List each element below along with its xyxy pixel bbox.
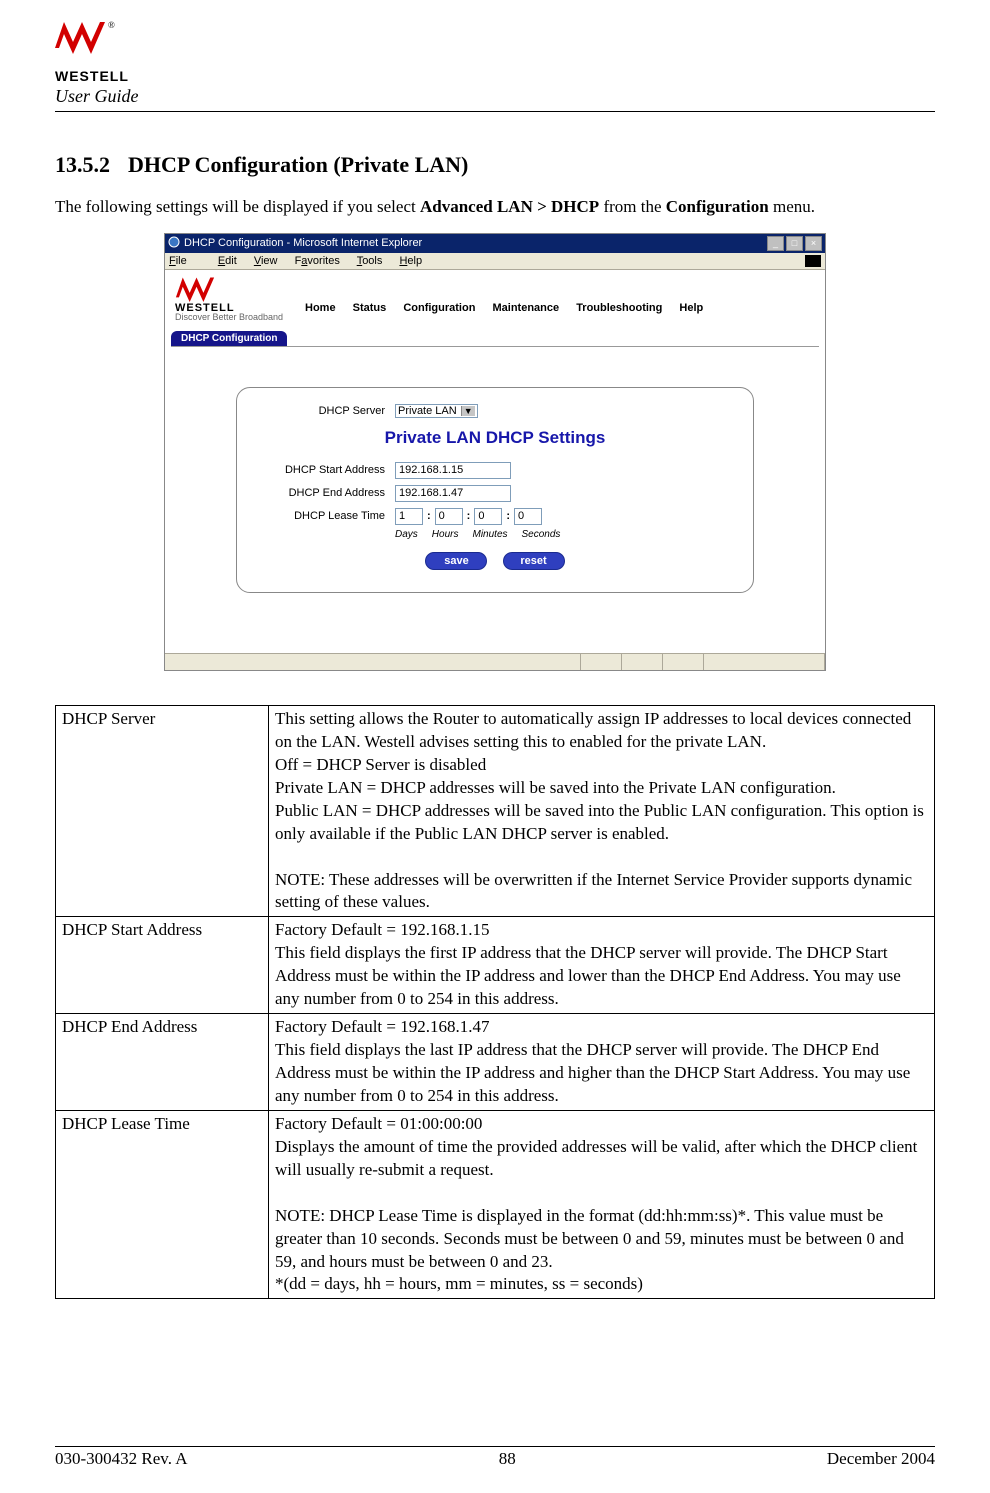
desc-dhcp-server: This setting allows the Router to automa… [269, 705, 935, 916]
chevron-down-icon: ▼ [461, 406, 475, 416]
ie-app-icon [168, 236, 180, 251]
page-header: ® WESTELL User Guide [55, 20, 935, 112]
intro-text-1: The following settings will be displayed… [55, 197, 420, 216]
menu-view[interactable]: View [254, 255, 278, 267]
section-intro: The following settings will be displayed… [55, 196, 935, 219]
footer-date: December 2004 [827, 1449, 935, 1469]
reset-button[interactable]: reset [503, 552, 565, 570]
minimize-button[interactable]: _ [767, 236, 784, 251]
description-table: DHCP Server This setting allows the Rout… [55, 705, 935, 1299]
menu-tools[interactable]: Tools [357, 255, 383, 267]
term-start-address: DHCP Start Address [56, 917, 269, 1014]
footer-doc-id: 030-300432 Rev. A [55, 1449, 188, 1469]
nav-help[interactable]: Help [679, 302, 703, 314]
unit-seconds: Seconds [522, 529, 561, 540]
close-button[interactable]: × [805, 236, 822, 251]
registered-mark: ® [108, 20, 115, 30]
page-footer: 030-300432 Rev. A 88 December 2004 [55, 1442, 935, 1469]
label-lease-time: DHCP Lease Time [255, 510, 395, 522]
panel-heading: Private LAN DHCP Settings [255, 428, 735, 448]
embedded-screenshot: DHCP Configuration - Microsoft Internet … [164, 233, 826, 671]
guide-label: User Guide [55, 86, 935, 107]
westell-w-icon [55, 20, 105, 54]
term-end-address: DHCP End Address [56, 1014, 269, 1111]
content-logo-icon [175, 276, 215, 302]
brand-name: WESTELL [55, 68, 935, 84]
desc-end-address: Factory Default = 192.168.1.47 This fiel… [269, 1014, 935, 1111]
ie-title-bar: DHCP Configuration - Microsoft Internet … [165, 234, 825, 253]
settings-panel: DHCP Server Private LAN ▼ Private LAN DH… [236, 387, 754, 593]
section-title-text: DHCP Configuration (Private LAN) [128, 152, 468, 177]
select-dhcp-server[interactable]: Private LAN ▼ [395, 404, 478, 418]
section-heading: 13.5.2 DHCP Configuration (Private LAN) [55, 152, 935, 178]
input-end-address[interactable]: 192.168.1.47 [395, 485, 511, 502]
table-row: DHCP Server This setting allows the Rout… [56, 705, 935, 916]
intro-text-3: menu. [769, 197, 815, 216]
brand-logo: ® [55, 20, 935, 70]
label-dhcp-server: DHCP Server [255, 405, 395, 417]
table-row: DHCP Lease Time Factory Default = 01:00:… [56, 1110, 935, 1299]
lease-time-units: Days Hours Minutes Seconds [255, 529, 735, 540]
term-lease-time: DHCP Lease Time [56, 1110, 269, 1299]
menu-favorites[interactable]: Favorites [295, 255, 340, 267]
nav-configuration[interactable]: Configuration [403, 302, 475, 314]
label-start-address: DHCP Start Address [255, 464, 395, 476]
intro-menu: Configuration [666, 197, 769, 216]
unit-minutes: Minutes [472, 529, 507, 540]
intro-text-2: from the [599, 197, 666, 216]
window-title: DHCP Configuration - Microsoft Internet … [184, 237, 422, 249]
menu-help[interactable]: Help [399, 255, 422, 267]
subtab-dhcp-configuration[interactable]: DHCP Configuration [171, 331, 287, 346]
input-minutes[interactable]: 0 [474, 508, 502, 525]
input-start-address[interactable]: 192.168.1.15 [395, 462, 511, 479]
desc-start-address: Factory Default = 192.168.1.15 This fiel… [269, 917, 935, 1014]
menu-edit[interactable]: Edit [218, 255, 237, 267]
nav-status[interactable]: Status [353, 302, 387, 314]
ie-status-bar [165, 653, 825, 670]
ie-throbber-icon [805, 255, 821, 267]
ie-menu-bar: File Edit View Favorites Tools Help [165, 253, 825, 270]
term-dhcp-server: DHCP Server [56, 705, 269, 916]
nav-home[interactable]: Home [305, 302, 336, 314]
intro-path: Advanced LAN > DHCP [420, 197, 599, 216]
unit-days: Days [395, 529, 418, 540]
save-button[interactable]: save [425, 552, 487, 570]
window-controls: _ □ × [767, 236, 822, 251]
table-row: DHCP End Address Factory Default = 192.1… [56, 1014, 935, 1111]
main-nav: Home Status Configuration Maintenance Tr… [295, 302, 795, 314]
footer-rule [55, 1446, 935, 1447]
table-row: DHCP Start Address Factory Default = 192… [56, 917, 935, 1014]
input-seconds[interactable]: 0 [514, 508, 542, 525]
desc-lease-time: Factory Default = 01:00:00:00 Displays t… [269, 1110, 935, 1299]
input-hours[interactable]: 0 [435, 508, 463, 525]
footer-page-number: 88 [499, 1449, 516, 1469]
unit-hours: Hours [432, 529, 459, 540]
header-rule [55, 111, 935, 112]
maximize-button[interactable]: □ [786, 236, 803, 251]
nav-troubleshooting[interactable]: Troubleshooting [576, 302, 662, 314]
section-number: 13.5.2 [55, 152, 110, 177]
input-days[interactable]: 1 [395, 508, 423, 525]
select-dhcp-server-value: Private LAN [398, 405, 457, 417]
nav-maintenance[interactable]: Maintenance [492, 302, 559, 314]
label-end-address: DHCP End Address [255, 487, 395, 499]
menu-file[interactable]: File [169, 255, 201, 267]
